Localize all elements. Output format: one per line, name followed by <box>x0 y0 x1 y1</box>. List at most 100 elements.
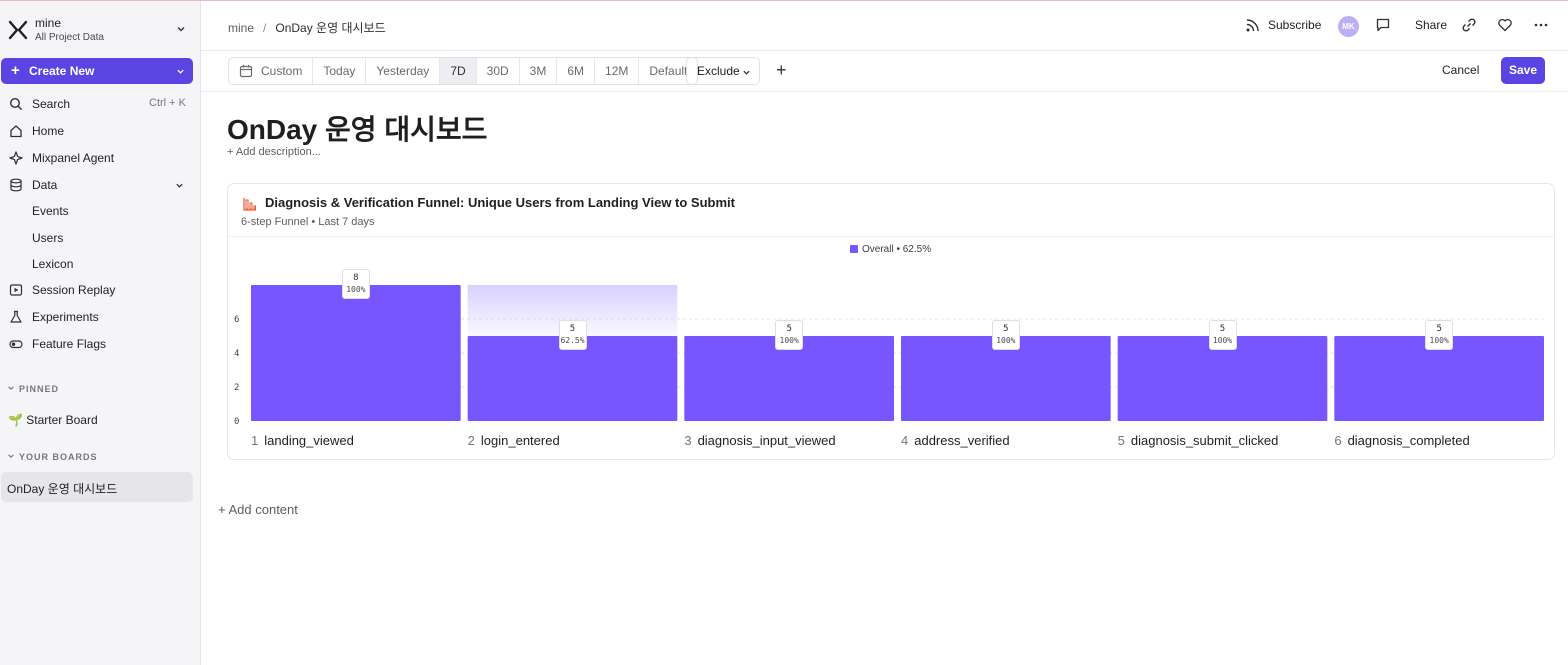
bar-value: 5 <box>1219 324 1226 334</box>
calendar-icon <box>239 65 253 78</box>
range-6m[interactable]: 6M <box>557 58 596 84</box>
toggle-icon <box>9 340 23 349</box>
sidebar-item-label: Home <box>32 124 65 138</box>
search-icon <box>9 97 23 111</box>
more-options-icon[interactable] <box>1533 17 1549 33</box>
chevron-down-icon <box>176 183 183 188</box>
sidebar-item-label: Lexicon <box>32 257 74 271</box>
chevron-down-icon <box>743 70 750 75</box>
step-label[interactable]: 3 diagnosis_input_viewed <box>684 433 835 448</box>
subscribe-button[interactable]: Subscribe <box>1268 18 1321 32</box>
plus-icon: + <box>11 62 20 79</box>
range-30d[interactable]: 30D <box>477 58 520 84</box>
search-shortcut: Ctrl + K <box>149 97 186 109</box>
step-label[interactable]: 5 diagnosis_submit_clicked <box>1118 433 1279 448</box>
breadcrumb-board: OnDay 운영 대시보드 <box>275 21 386 35</box>
play-icon <box>9 284 23 296</box>
funnel-report-card[interactable]: Diagnosis & Verification Funnel: Unique … <box>227 183 1555 460</box>
sidebar-item-starter-board[interactable]: 🌱 Starter Board <box>0 408 200 432</box>
range-yesterday[interactable]: Yesterday <box>366 58 441 84</box>
sidebar-item-label: Search <box>32 97 71 111</box>
bar-value: 5 <box>1003 324 1009 334</box>
step-event-name: diagnosis_completed <box>1347 433 1470 448</box>
bar-conversion: 100% <box>779 336 799 345</box>
project-subtitle: All Project Data <box>35 32 104 43</box>
page-title[interactable]: OnDay 운영 대시보드 <box>227 108 487 148</box>
bar-value: 8 <box>353 273 359 283</box>
sidebar-item-search[interactable]: Search Ctrl + K <box>0 92 200 116</box>
bar-conversion: 100% <box>1212 336 1233 345</box>
bar-value-label: 5 100% <box>775 320 804 350</box>
y-tick-label: 4 <box>234 349 239 359</box>
step-label[interactable]: 4 address_verified <box>901 433 1010 448</box>
rss-icon[interactable] <box>1245 17 1261 33</box>
step-number: 2 <box>467 433 475 448</box>
step-label[interactable]: 2 login_entered <box>468 433 560 448</box>
avatar[interactable]: MK <box>1338 16 1359 37</box>
step-number: 6 <box>1334 433 1342 448</box>
sidebar-item-lexicon[interactable]: Lexicon <box>0 252 200 276</box>
sidebar-item-label: Feature Flags <box>32 337 107 351</box>
bar-value-label: 5 100% <box>991 320 1020 350</box>
range-7d[interactable]: 7D <box>440 58 477 84</box>
sidebar-item-label: Session Replay <box>32 283 116 297</box>
heart-icon[interactable] <box>1497 17 1513 33</box>
bar-conversion: 100% <box>996 336 1016 345</box>
date-toolbar: Custom Today Yesterday 7D 30D 3M 6M 12M … <box>201 51 1568 92</box>
flask-icon <box>10 310 22 323</box>
sidebar-item-experiments[interactable]: Experiments <box>0 305 200 329</box>
section-your-boards[interactable]: YOUR BOARDS <box>7 452 98 462</box>
sidebar-item-onday-board[interactable]: OnDay 운영 대시보드 <box>1 472 193 502</box>
exclude-label: Exclude <box>697 64 740 78</box>
sidebar-item-label: Mixpanel Agent <box>32 151 115 165</box>
share-button[interactable]: Share <box>1415 18 1447 32</box>
bar-value-label: 5 62.5% <box>558 320 587 350</box>
step-label[interactable]: 6 diagnosis_completed <box>1334 433 1469 448</box>
create-new-button[interactable]: + Create New <box>1 58 193 84</box>
sidebar-item-home[interactable]: Home <box>0 119 200 143</box>
range-label: Custom <box>261 64 303 78</box>
exclude-dropdown[interactable]: Exclude <box>686 57 760 85</box>
funnel-bar[interactable] <box>251 285 461 421</box>
add-filter-button[interactable]: + <box>776 61 792 79</box>
range-today[interactable]: Today <box>313 58 367 84</box>
sidebar-item-label: Users <box>32 231 64 245</box>
sidebar-item-mixpanel-agent[interactable]: Mixpanel Agent <box>0 146 200 170</box>
bar-value: 5 <box>786 324 792 334</box>
y-tick-label: 0 <box>234 417 239 427</box>
save-button[interactable]: Save <box>1501 57 1545 84</box>
range-3m[interactable]: 3M <box>520 58 558 84</box>
step-label[interactable]: 1 landing_viewed <box>251 433 354 448</box>
sidebar-item-users[interactable]: Users <box>0 226 200 250</box>
mixpanel-logo-icon <box>8 20 28 40</box>
breadcrumb-separator: / <box>263 21 267 35</box>
range-custom[interactable]: Custom <box>229 58 314 84</box>
sparkle-icon <box>9 151 23 165</box>
chevron-down-icon <box>177 69 184 74</box>
sidebar-item-events[interactable]: Events <box>0 199 200 223</box>
bar-value-label: 8 100% <box>341 269 370 299</box>
section-pinned[interactable]: PINNED <box>7 384 59 394</box>
step-number: 1 <box>251 433 259 448</box>
step-number: 3 <box>684 433 692 448</box>
link-icon[interactable] <box>1461 17 1477 33</box>
top-header: mine / OnDay 운영 대시보드 Subscribe MK Share <box>201 1 1568 51</box>
bar-value-label: 5 100% <box>1208 320 1237 350</box>
sidebar-item-feature-flags[interactable]: Feature Flags <box>0 332 200 356</box>
step-number: 5 <box>1117 433 1125 448</box>
bar-conversion: 100% <box>1429 336 1449 345</box>
add-description-link[interactable]: + Add description... <box>227 146 321 158</box>
funnel-chart: 0 2 4 6 <box>234 285 1544 427</box>
project-switcher[interactable]: mine All Project Data <box>6 13 194 47</box>
add-content-link[interactable]: + Add content <box>218 502 298 517</box>
cancel-button[interactable]: Cancel <box>1442 63 1479 77</box>
breadcrumb-project[interactable]: mine <box>228 21 254 35</box>
chevron-down-icon <box>8 454 14 458</box>
comment-icon[interactable] <box>1375 17 1391 33</box>
date-range-picker: Custom Today Yesterday 7D 30D 3M 6M 12M … <box>228 57 699 85</box>
sidebar-item-session-replay[interactable]: Session Replay <box>0 278 200 302</box>
range-12m[interactable]: 12M <box>595 58 640 84</box>
section-heading: PINNED <box>19 384 60 394</box>
bar-value: 5 <box>1436 324 1442 334</box>
sidebar-item-data[interactable]: Data <box>0 173 200 197</box>
